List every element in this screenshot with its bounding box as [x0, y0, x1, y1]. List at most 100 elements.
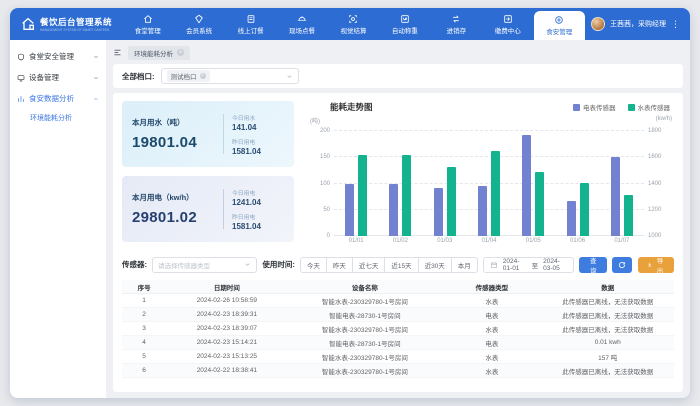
tab-close-icon[interactable]: ×	[177, 49, 184, 56]
download-icon	[647, 261, 652, 268]
table-header-cell: 设备名称	[288, 282, 443, 292]
right-tick-label: 1200	[648, 207, 661, 213]
time-button-4[interactable]: 近30天	[418, 257, 452, 273]
app-window: 餐饮后台管理系统 MANAGEMENT SYSTEM OF SMART CANT…	[10, 8, 690, 398]
nav-item-1[interactable]: 会员系统	[173, 8, 224, 40]
stall-tag-remove-icon[interactable]: ×	[200, 73, 206, 79]
chart-legend: 电表传感器 水表传感器	[573, 102, 674, 112]
table-header-cell: 日期时间	[166, 282, 287, 292]
table-cell: 智能水表-230329780-1号房间	[288, 324, 443, 334]
nav-item-5[interactable]: 自动称重	[379, 8, 430, 40]
nav-item-0[interactable]: 食堂管理	[122, 8, 173, 40]
time-button-0[interactable]: 今天	[300, 257, 327, 273]
bar	[478, 186, 487, 236]
table-header-cell: 传感器类型	[442, 282, 541, 292]
sensor-data-table: 序号日期时间设备名称传感器类型数据12024-02-26 10:58:59智能水…	[122, 280, 674, 388]
table-cell: 水表	[442, 324, 541, 334]
stat-side-value: 141.04	[232, 123, 284, 132]
nav-item-label: 会员系统	[186, 25, 212, 35]
x-axis-label: 01/07	[614, 238, 629, 247]
nav-item-3[interactable]: 现场点餐	[276, 8, 327, 40]
time-button-2[interactable]: 近七天	[352, 257, 386, 273]
stat-side-label: 昨日用电	[232, 212, 284, 221]
chevron-down-icon	[244, 261, 251, 268]
table-cell: 智能电表-28730-1号房间	[288, 338, 443, 348]
divider	[223, 114, 224, 154]
nav-item-4[interactable]: 视觉结算	[328, 8, 379, 40]
table-cell: 2024-02-23 15:14:21	[166, 339, 287, 346]
sensor-select[interactable]: 请选择传感器类型	[152, 257, 257, 273]
sidebar-item-0[interactable]: 食堂安全管理	[10, 46, 106, 67]
nav-item-2[interactable]: 线上订餐	[225, 8, 276, 40]
table-cell: 1	[122, 297, 166, 304]
avatar[interactable]	[591, 17, 605, 31]
table-cell: 智能水表-230329780-1号房间	[288, 366, 443, 376]
time-filter-label: 使用时间:	[262, 259, 295, 270]
refresh-button[interactable]	[612, 257, 632, 273]
table-cell: 水表	[442, 366, 541, 376]
table-cell: 2024-02-23 15:13:25	[166, 353, 287, 360]
table-cell: 电表	[442, 338, 541, 348]
header-nav: 食堂管理 会员系统 线上订餐 现场点餐视觉结算自动称重 进销存 缴费中心食安管理	[122, 8, 585, 40]
left-tick-label: 200	[320, 128, 330, 134]
date-start[interactable]: 2024-01-01	[503, 258, 527, 272]
time-range-buttons: 今天昨天近七天近15天近30天本月	[300, 257, 478, 273]
export-button[interactable]: 导出	[638, 257, 675, 273]
collapse-sidebar-icon[interactable]	[113, 48, 122, 57]
table-cell: 此传感器已离线，无法获取数据	[542, 296, 674, 306]
right-tick-label: 1800	[648, 128, 661, 134]
bar-group-01/01	[345, 131, 367, 236]
nav-item-label: 进销存	[447, 25, 467, 35]
nav-item-label: 自动称重	[392, 25, 418, 35]
bar	[535, 172, 544, 236]
stat-card-electric: 本月用电（kw/h） 29801.02 今日用电 1241.04 昨	[122, 176, 294, 242]
date-end[interactable]: 2024-03-05	[543, 258, 567, 272]
bar	[491, 151, 500, 236]
chart-plot: 05010015020010001200140016001800	[334, 131, 644, 236]
kebab-menu-icon[interactable]: ⋮	[671, 20, 680, 29]
table-cell: 水表	[442, 352, 541, 362]
nav-item-8[interactable]: 食安管理	[534, 11, 585, 40]
stall-select[interactable]: 测试档口 ×	[161, 68, 299, 84]
left-tick-label: 100	[320, 181, 330, 187]
bar	[402, 155, 411, 236]
table-header-cell: 序号	[122, 282, 166, 292]
nav-item-7[interactable]: 缴费中心	[482, 8, 533, 40]
bar	[611, 157, 620, 236]
sidebar-subitem-2-0[interactable]: 环境能耗分析	[10, 109, 106, 127]
user-area[interactable]: 王茜茜，采购经理 ⋮	[585, 8, 690, 40]
time-button-5[interactable]: 本月	[451, 257, 478, 273]
table-cell: 智能电表-28730-1号房间	[288, 310, 443, 320]
nav-item-label: 线上订餐	[238, 25, 264, 35]
legend-label: 电表传感器	[583, 102, 616, 112]
tab-env-energy[interactable]: 环境能耗分析 ×	[128, 46, 190, 60]
bars-layer	[334, 131, 644, 236]
chart-title: 能耗走势图	[330, 101, 373, 113]
chevron-down-icon	[93, 75, 99, 81]
stat-side-label: 昨日用电	[232, 137, 284, 146]
table-cell: 2024-02-23 18:39:07	[166, 325, 287, 332]
table-row: 32024-02-23 18:39:07智能水表-230329780-1号房间水…	[122, 322, 674, 336]
bar	[434, 188, 443, 236]
legend-item-0[interactable]: 电表传感器	[573, 102, 616, 112]
legend-label: 水表传感器	[638, 102, 671, 112]
vision-checkout-icon	[348, 14, 358, 24]
export-button-label: 导出	[655, 255, 665, 275]
right-tick-label: 1600	[648, 154, 661, 160]
table-cell: 4	[122, 339, 166, 346]
date-range-picker[interactable]: 2024-01-01 至 2024-03-05	[483, 257, 574, 273]
sidebar-item-1[interactable]: 设备管理	[10, 67, 106, 88]
nav-item-label: 食堂管理	[135, 25, 161, 35]
table-cell: 此传感器已离线，无法获取数据	[542, 324, 674, 334]
sidebar-item-2[interactable]: 食安数据分析	[10, 88, 106, 109]
search-button[interactable]: 查询	[579, 257, 607, 273]
canteen-icon	[143, 14, 153, 24]
stall-filter-card: 全部档口: 测试档口 ×	[113, 64, 683, 88]
stall-tag-label: 测试档口	[171, 71, 197, 81]
legend-item-1[interactable]: 水表传感器	[628, 102, 671, 112]
device-icon	[17, 74, 25, 82]
time-button-3[interactable]: 近15天	[384, 257, 418, 273]
nav-item-6[interactable]: 进销存	[431, 8, 482, 40]
time-button-1[interactable]: 昨天	[326, 257, 353, 273]
query-filter-row: 传感器: 请选择传感器类型 使用时间: 今天昨天近七天近15天近30天本月 20…	[122, 256, 674, 273]
